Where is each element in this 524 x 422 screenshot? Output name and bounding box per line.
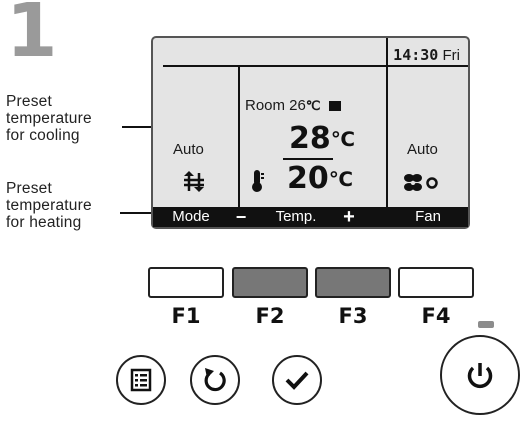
f4-button[interactable] [398,267,474,298]
f3-button[interactable] [315,267,391,298]
confirm-button[interactable] [272,355,322,405]
return-icon [204,368,226,392]
heating-setpoint-unit: ℃ [328,167,353,191]
fan-speed-label: Auto [407,141,438,158]
setpoint-divider [283,158,333,160]
softkey-mode: Mode [172,208,210,225]
room-indicator-icon [328,101,341,112]
f1-label: F1 [171,304,201,328]
lcd-top-divider [163,65,468,67]
mode-label: Auto [173,141,204,158]
annotation-cooling-line2: temperature [6,110,92,127]
lcd-right-divider [386,38,388,212]
power-led [478,321,494,328]
annotation-heating: Preset temperature for heating [6,180,92,231]
room-temperature: Room 26℃ [245,97,341,114]
power-button[interactable] [440,335,520,415]
softkey-fan: Fan [415,208,441,225]
f4-label: F4 [421,304,451,328]
cooling-setpoint-value: 28 [289,121,331,156]
step-number: 1 [6,0,58,74]
f3-label: F3 [338,304,368,328]
f2-label: F2 [255,304,285,328]
annotation-heating-line2: temperature [6,197,92,214]
room-temperature-unit: ℃ [305,98,321,113]
clock-day: Fri [442,47,461,64]
menu-icon [130,368,152,392]
annotation-heating-line1: Preset [6,180,52,197]
annotation-cooling: Preset temperature for cooling [6,93,92,144]
menu-button[interactable] [116,355,166,405]
room-temperature-value: Room 26 [245,97,306,114]
cooling-setpoint: 28℃ [289,124,355,154]
thermometer-icon [249,169,265,198]
softkey-bar: Mode − Temp. + Fan [153,207,468,227]
heating-setpoint: 20℃ [287,164,353,194]
annotation-cooling-line3: for cooling [6,127,80,144]
return-button[interactable] [190,355,240,405]
f2-button[interactable] [232,267,308,298]
clock-time: 14:30 [393,46,439,64]
clock: 14:30 Fri [393,46,460,64]
annotation-heating-line3: for heating [6,214,82,231]
lcd-left-divider [238,67,240,212]
softkey-temp: Temp. [275,208,317,225]
annotation-cooling-line1: Preset [6,93,52,110]
lcd-display: 14:30 Fri Auto Room 26℃ 28℃ 20℃ Auto Mod… [151,36,470,229]
cooling-setpoint-unit: ℃ [330,127,355,151]
softkey-plus: + [343,206,355,228]
heating-setpoint-value: 20 [287,161,329,196]
check-icon [285,371,309,390]
power-icon [467,363,493,388]
auto-mode-icon [182,171,206,198]
softkey-minus: − [235,207,247,227]
f1-button[interactable] [148,267,224,298]
fan-icon [401,172,441,199]
